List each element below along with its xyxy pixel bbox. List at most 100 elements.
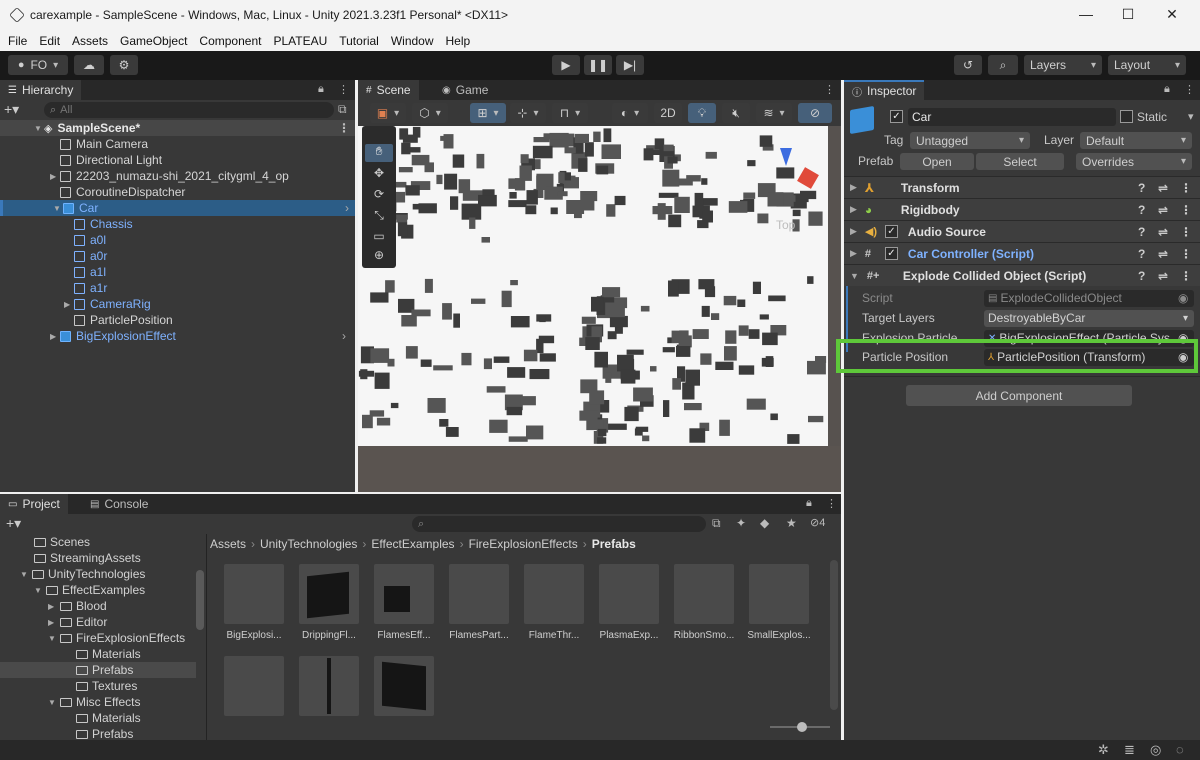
tab-console[interactable]: ▤ Console: [82, 494, 156, 514]
static-dropdown-icon[interactable]: ▾: [1188, 110, 1194, 123]
scene-menu-icon[interactable]: ⋮: [338, 121, 350, 135]
object-picker-icon[interactable]: ◉: [1178, 350, 1188, 364]
target-layers-dropdown[interactable]: DestroyableByCar ▾: [984, 309, 1194, 327]
collapse-arrow-icon[interactable]: ▼: [850, 271, 859, 281]
create-asset-button[interactable]: +▾: [6, 515, 21, 532]
asset-label[interactable]: FlamesEff...: [368, 630, 440, 641]
layer-dropdown[interactable]: Default: [1080, 132, 1192, 149]
asset-label[interactable]: PlasmaExp...: [593, 630, 665, 641]
component-explode-collided-object[interactable]: ▼ #+ Explode Collided Object (Script) ? …: [844, 264, 1200, 286]
expand-arrow-icon[interactable]: ▶: [48, 602, 60, 611]
hierarchy-item-directional-light[interactable]: Directional Light: [0, 152, 355, 168]
layout-dropdown[interactable]: Layout: [1108, 55, 1186, 75]
hierarchy-item-citygml[interactable]: ▶ 22203_numazu-shi_2021_citygml_4_op: [0, 168, 355, 184]
expand-arrow-icon[interactable]: ▼: [34, 124, 44, 133]
folder-misc-prefabs[interactable]: Prefabs: [0, 726, 133, 740]
asset-thumbnail[interactable]: [374, 564, 434, 624]
asset-thumbnail[interactable]: [599, 564, 659, 624]
folder-fire-explosion-effects[interactable]: ▼ FireExplosionEffects: [0, 630, 185, 646]
scene-row[interactable]: ▼ ◈ SampleScene* ⋮: [0, 120, 355, 136]
search-by-type-icon[interactable]: ⧉: [712, 516, 721, 531]
asset-label[interactable]: DrippingFl...: [293, 630, 365, 641]
folder-editor[interactable]: ▶ Editor: [0, 614, 107, 630]
snap-increment-dropdown[interactable]: ⊓: [552, 103, 588, 123]
expand-arrow-icon[interactable]: ▶: [850, 182, 857, 193]
play-button[interactable]: ▶: [552, 55, 580, 75]
minimize-button[interactable]: —: [1078, 6, 1094, 22]
collab-button[interactable]: ⚙: [110, 55, 138, 75]
component-menu-icon[interactable]: ⋮: [1180, 269, 1192, 283]
component-car-controller[interactable]: ▶ # ✓ Car Controller (Script) ? ⇌ ⋮: [844, 242, 1200, 264]
particle-position-field[interactable]: ⅄ ParticlePosition (Transform): [984, 348, 1194, 366]
prefab-open-button[interactable]: Open: [900, 153, 974, 170]
menu-help[interactable]: Help: [446, 34, 471, 48]
gizmo-axis-x-icon[interactable]: [797, 167, 819, 189]
menu-file[interactable]: File: [8, 34, 27, 48]
search-button[interactable]: ⌕: [988, 55, 1018, 75]
folder-materials[interactable]: Materials: [0, 646, 141, 662]
menu-assets[interactable]: Assets: [72, 34, 108, 48]
prefab-select-button[interactable]: Select: [976, 153, 1064, 170]
layers-dropdown[interactable]: Layers: [1024, 55, 1102, 75]
cloud-button[interactable]: ☁: [74, 55, 104, 75]
rotate-tool-icon[interactable]: ⟳: [365, 187, 393, 205]
maximize-button[interactable]: ☐: [1120, 6, 1136, 22]
hidden-packages-icon[interactable]: ⊘4: [810, 516, 825, 529]
pivot-dropdown[interactable]: ⊞: [470, 103, 506, 123]
folder-misc-materials[interactable]: Materials: [0, 710, 141, 726]
lock-icon[interactable]: 🔒︎: [1164, 83, 1170, 96]
expand-arrow-icon[interactable]: ▶: [50, 332, 60, 341]
grid-snap-dropdown[interactable]: ⊹: [510, 103, 546, 123]
asset-label[interactable]: BigExplosi...: [218, 630, 290, 641]
visibility-toggle[interactable]: ⊘: [798, 103, 832, 123]
component-menu-icon[interactable]: ⋮: [1180, 225, 1192, 239]
menu-edit[interactable]: Edit: [39, 34, 60, 48]
enable-checkbox[interactable]: ✓: [884, 225, 898, 238]
stack-icon[interactable]: ≣: [1124, 742, 1135, 758]
expand-arrow-icon[interactable]: ▼: [48, 698, 60, 707]
rect-tool-icon[interactable]: ▭: [365, 229, 393, 247]
preset-icon[interactable]: ⇌: [1158, 269, 1168, 283]
hierarchy-item-camera-rig[interactable]: ▶ CameraRig: [0, 296, 355, 312]
static-checkbox[interactable]: [1120, 110, 1133, 123]
component-rigidbody[interactable]: ▶ ◕ Rigidbody ? ⇌ ⋮: [844, 198, 1200, 220]
expand-arrow-icon[interactable]: ▶: [850, 204, 857, 215]
hierarchy-item-coroutine-dispatcher[interactable]: CoroutineDispatcher: [0, 184, 355, 200]
expand-arrow-icon[interactable]: ▼: [20, 570, 32, 579]
toggle-2d-button[interactable]: 2D: [654, 103, 682, 123]
shading-dropdown[interactable]: ◐: [612, 103, 648, 123]
folder-effect-examples[interactable]: ▼ EffectExamples: [0, 582, 145, 598]
create-button[interactable]: +▾: [4, 101, 34, 119]
breadcrumb-current[interactable]: Prefabs: [592, 537, 636, 551]
asset-thumbnail[interactable]: [224, 656, 284, 716]
menu-tutorial[interactable]: Tutorial: [339, 34, 379, 48]
add-component-button[interactable]: Add Component: [906, 385, 1132, 406]
asset-thumbnail[interactable]: [524, 564, 584, 624]
project-search[interactable]: ⌕: [412, 516, 706, 532]
hierarchy-item-main-camera[interactable]: Main Camera: [0, 136, 355, 152]
breadcrumb-item[interactable]: EffectExamples: [371, 537, 454, 551]
draw-mode-dropdown[interactable]: ▣: [370, 103, 406, 123]
gizmo-axis-z-icon[interactable]: [780, 148, 792, 166]
scale-tool-icon[interactable]: ⤡: [365, 208, 393, 226]
preset-icon[interactable]: ⇌: [1158, 203, 1168, 217]
kebab-menu-icon[interactable]: ⋮: [826, 497, 837, 510]
asset-label[interactable]: FlamesPart...: [443, 630, 515, 641]
asset-thumbnail[interactable]: [374, 656, 434, 716]
preset-icon[interactable]: ⇌: [1158, 247, 1168, 261]
folder-streaming-assets[interactable]: StreamingAssets: [0, 550, 141, 566]
tab-scene[interactable]: # Scene: [358, 80, 419, 100]
asset-thumbnail[interactable]: [299, 564, 359, 624]
label-icon[interactable]: ◆: [760, 516, 769, 530]
hand-tool-icon[interactable]: ✋︎: [365, 144, 393, 162]
filter-type-icon[interactable]: ✦: [736, 516, 746, 530]
hierarchy-item-a1r[interactable]: a1r: [0, 280, 355, 296]
breadcrumb-item[interactable]: FireExplosionEffects: [469, 537, 578, 551]
progress-icon[interactable]: ◌: [1176, 742, 1184, 757]
breadcrumb-item[interactable]: Assets: [210, 537, 246, 551]
object-name-field[interactable]: Car: [908, 108, 1116, 126]
expand-arrow-icon[interactable]: ▼: [34, 586, 46, 595]
hierarchy-search[interactable]: ⌕: [44, 102, 334, 118]
breadcrumb-item[interactable]: UnityTechnologies: [260, 537, 357, 551]
debug-icon[interactable]: ✲: [1098, 742, 1109, 758]
